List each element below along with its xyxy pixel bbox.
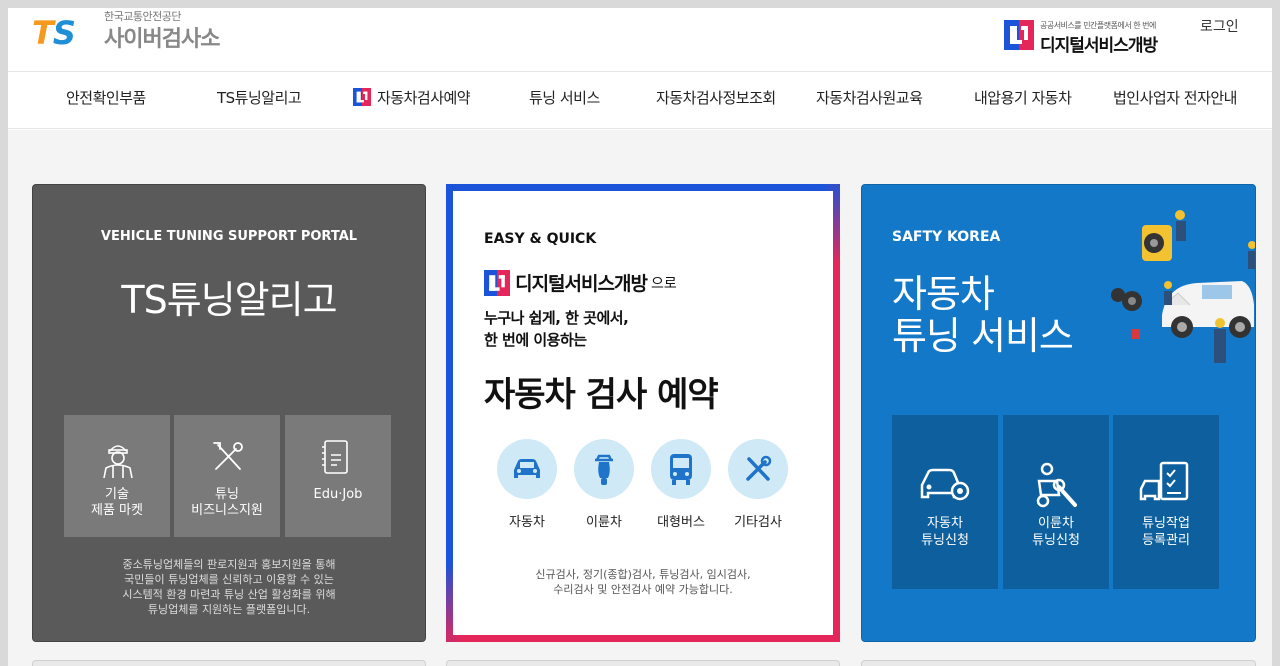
service-label: 기타검사 xyxy=(734,515,782,530)
nav-item-corporate-notice[interactable]: 법인사업자 전자안내 xyxy=(1113,73,1237,129)
card-description: 중소튜닝업체들의 판로지원과 홍보지원을 통해 국민들이 튜닝업체를 신뢰하고 … xyxy=(33,557,425,617)
digital-service-tagline: 공공서비스를 민간플랫폼에서 한 번에 xyxy=(1040,21,1156,30)
mechanic-icon xyxy=(103,445,133,479)
tile-label: 자동차튜닝신청 xyxy=(892,515,998,549)
tile-label: 기술 제품 마켓 xyxy=(64,487,170,519)
desc-line: 튜닝업체를 지원하는 플랫폼입니다. xyxy=(147,603,311,616)
tuning-portal-card[interactable]: VEHICLE TUNING SUPPORT PORTAL TS튜닝알리고 기술… xyxy=(32,184,426,642)
digital-service-logo[interactable]: 공공서비스를 민간플랫폼에서 한 번에 디지털서비스개방 xyxy=(1004,16,1204,56)
tile-label-line2: 등록관리 xyxy=(1142,533,1190,548)
tile-edu-job[interactable]: Edu·Job xyxy=(285,415,391,537)
bus-icon xyxy=(670,454,692,485)
mechanics-illustration-icon xyxy=(1111,210,1255,363)
tile-label-line2: 비즈니스지원 xyxy=(191,503,263,518)
car-icon xyxy=(514,459,540,478)
tile-label-line1: 기술 xyxy=(105,487,129,502)
card-title: TS튜닝알리고 xyxy=(121,278,337,322)
brand-title: 사이버검사소 xyxy=(104,27,220,52)
digital-service-name: 디지털서비스개방 xyxy=(515,273,648,295)
car-gear-icon xyxy=(920,468,970,501)
card-caption: EASY & QUICK xyxy=(484,231,597,247)
tile-tuning-business[interactable]: 튜닝 비즈니스지원 xyxy=(174,415,280,537)
service-other[interactable]: 기타검사 xyxy=(727,439,789,530)
desc-line: 신규검사, 정기(종합)검사, 튜닝검사, 임시검사, xyxy=(535,568,751,581)
service-bus[interactable]: 대형버스 xyxy=(650,439,712,530)
digital-service-mark-icon xyxy=(484,269,510,296)
desc-line: 중소튜닝업체들의 판로지원과 홍보지원을 통해 xyxy=(122,558,336,571)
nav-item-pressure-vehicle[interactable]: 내압용기 자동차 xyxy=(974,73,1072,129)
card-subline: 누구나 쉽게, 한 곳에서, xyxy=(484,309,629,327)
card-subline: 한 번에 이용하는 xyxy=(484,331,587,349)
card-caption: VEHICLE TUNING SUPPORT PORTAL xyxy=(100,229,358,244)
nav-item-label: 자동차검사예약 xyxy=(377,89,471,107)
tile-label-line1: 자동차 xyxy=(927,516,963,531)
inspection-booking-card[interactable]: EASY & QUICK 디지털서비스개방 으로 누구나 쉽게, 한 곳에서, 한… xyxy=(446,184,840,642)
login-link[interactable]: 로그인 xyxy=(1200,16,1239,36)
ts-logo[interactable]: TS xyxy=(32,14,76,52)
tile-label: 튜닝 비즈니스지원 xyxy=(174,487,280,519)
tile-label-line2: 튜닝신청 xyxy=(921,533,969,548)
tile-label: 이륜차튜닝신청 xyxy=(1003,515,1109,549)
main-nav: 안전확인부품 TS튜닝알리고 자동차검사예약 튜닝 서비스 자동차검사정보조회 … xyxy=(8,73,1272,129)
service-label: 자동차 xyxy=(509,515,545,530)
tile-label-line1: 튜닝 xyxy=(215,487,239,502)
desc-line: 국민들이 튜닝업체를 신뢰하고 이용할 수 있는 xyxy=(124,573,334,586)
nav-item-ts-tuning[interactable]: TS튜닝알리고 xyxy=(217,73,302,129)
digital-service-logo: 디지털서비스개방 으로 xyxy=(484,269,677,299)
tile-motorcycle-tuning-apply[interactable]: 이륜차튜닝신청 xyxy=(1003,415,1109,589)
next-card-edge xyxy=(861,660,1256,666)
scooter-icon xyxy=(595,454,613,485)
nav-item-safety-parts[interactable]: 안전확인부품 xyxy=(66,73,146,129)
title-line: 튜닝 서비스 xyxy=(892,314,1074,358)
card-caption: SAFTY KOREA xyxy=(892,229,1001,245)
service-label: 이륜차 xyxy=(586,515,622,530)
main-content: VEHICLE TUNING SUPPORT PORTAL TS튜닝알리고 기술… xyxy=(8,130,1272,666)
logo-suffix: 으로 xyxy=(650,275,677,292)
next-card-edge xyxy=(32,660,426,666)
desc-line: 수리검사 및 안전검사 예약 가능합니다. xyxy=(553,583,733,596)
service-car[interactable]: 자동차 xyxy=(496,439,558,530)
tile-label-line2: 튜닝신청 xyxy=(1032,533,1080,548)
header: TS 한국교통안전공단 사이버검사소 공공서비스를 민간플랫폼에서 한 번에 디… xyxy=(8,8,1272,72)
page: TS 한국교통안전공단 사이버검사소 공공서비스를 민간플랫폼에서 한 번에 디… xyxy=(8,8,1272,666)
tuning-service-card[interactable]: SAFTY KOREA 자동차 튜닝 서비스 자동차 튜닝신청 이륜차 튜닝신청… xyxy=(861,184,1256,642)
document-icon xyxy=(322,440,348,474)
scooter-wrench-icon xyxy=(1036,462,1077,508)
digital-service-name: 디지털서비스개방 xyxy=(1040,36,1158,56)
tools-icon xyxy=(213,442,243,470)
title-line: 자동차 xyxy=(892,272,995,316)
nav-item-tuning-service[interactable]: 튜닝 서비스 xyxy=(529,73,600,129)
nav-item-inspection-info[interactable]: 자동차검사정보조회 xyxy=(656,73,776,129)
digital-service-mark-icon xyxy=(353,88,371,106)
desc-line: 시스템적 환경 마련과 튜닝 산업 활성화를 위해 xyxy=(122,588,336,601)
card-description: 신규검사, 정기(종합)검사, 튜닝검사, 임시검사, 수리검사 및 안전검사 … xyxy=(453,567,833,597)
service-label: 대형버스 xyxy=(657,515,705,530)
tile-tech-market[interactable]: 기술 제품 마켓 xyxy=(64,415,170,537)
tile-tuning-work-register[interactable]: 튜닝작업등록관리 xyxy=(1113,415,1219,589)
tile-car-tuning-apply[interactable]: 자동차튜닝신청 xyxy=(892,415,998,589)
tile-label: 튜닝작업등록관리 xyxy=(1113,515,1219,549)
tile-label: Edu·Job xyxy=(313,487,363,502)
tools-icon xyxy=(746,455,772,481)
tile-label-line2: 제품 마켓 xyxy=(91,503,143,518)
nav-item-inspector-training[interactable]: 자동차검사원교육 xyxy=(816,73,923,129)
service-motorcycle[interactable]: 이륜차 xyxy=(573,439,635,530)
checklist-car-icon xyxy=(1139,461,1189,501)
digital-service-mark-icon xyxy=(1004,20,1034,50)
card-title: 자동차 검사 예약 xyxy=(484,375,719,415)
nav-item-inspection-booking[interactable]: 자동차검사예약 xyxy=(353,73,471,129)
next-card-edge xyxy=(446,660,840,666)
tile-label-line1: 튜닝작업 xyxy=(1142,516,1190,531)
card-title: 자동차 튜닝 서비스 xyxy=(892,272,1074,358)
tile-label-line1: 이륜차 xyxy=(1038,516,1074,531)
